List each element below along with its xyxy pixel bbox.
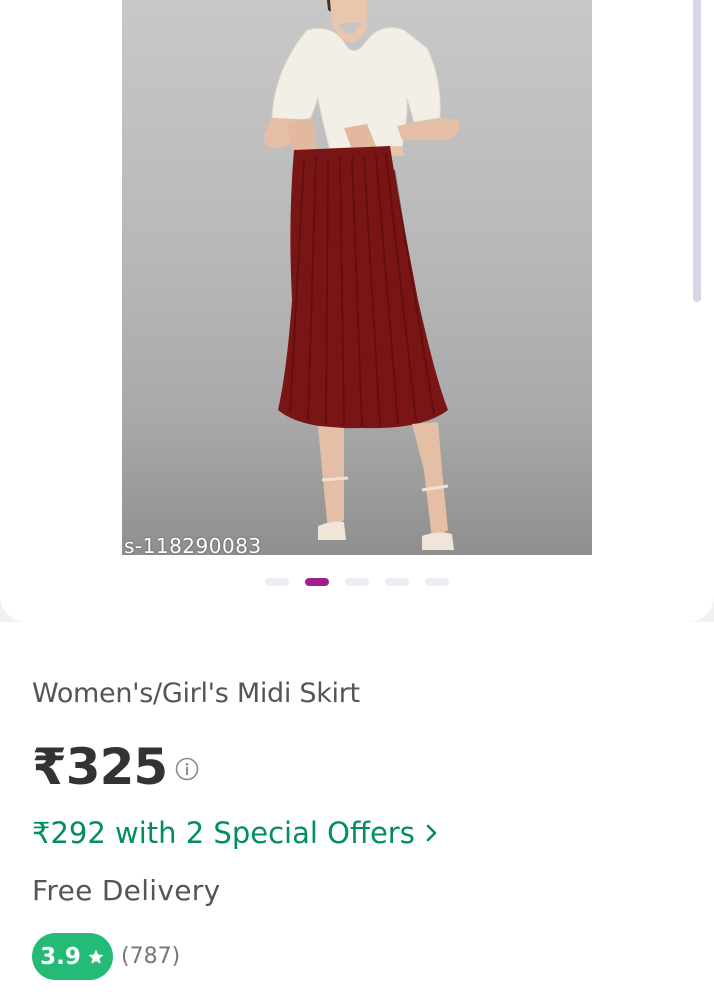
- image-code-label: s-118290083: [124, 534, 262, 555]
- offer-text: ₹292 with 2 Special Offers: [32, 816, 415, 850]
- carousel-dot[interactable]: [385, 578, 409, 586]
- delivery-info: Free Delivery: [32, 874, 221, 907]
- star-icon: [88, 949, 104, 964]
- product-price: ₹325: [32, 738, 168, 796]
- carousel-dot[interactable]: [345, 578, 369, 586]
- info-icon[interactable]: [175, 757, 199, 781]
- product-image[interactable]: s-118290083: [122, 0, 592, 555]
- carousel-dot-active[interactable]: [305, 578, 329, 586]
- carousel-indicator: [0, 578, 714, 588]
- rating-count: (787): [121, 944, 181, 969]
- chevron-right-icon: [426, 824, 437, 842]
- carousel-dot[interactable]: [425, 578, 449, 586]
- image-gallery[interactable]: s-118290083: [0, 0, 714, 622]
- rating-row[interactable]: 3.9 (787): [32, 933, 180, 980]
- product-title: Women's/Girl's Midi Skirt: [32, 678, 360, 709]
- carousel-dot[interactable]: [265, 578, 289, 586]
- product-details: Women's/Girl's Midi Skirt ₹325 ₹292 with…: [0, 622, 714, 1000]
- special-offers-link[interactable]: ₹292 with 2 Special Offers: [32, 816, 439, 850]
- scrollbar[interactable]: [693, 0, 701, 302]
- price-row: ₹325: [32, 738, 199, 796]
- rating-badge[interactable]: 3.9: [32, 933, 113, 980]
- model-illustration: [263, 0, 460, 550]
- product-page: s-118290083 Women's/Girl's Midi Skirt ₹3…: [0, 0, 714, 1000]
- rating-value: 3.9: [40, 943, 81, 970]
